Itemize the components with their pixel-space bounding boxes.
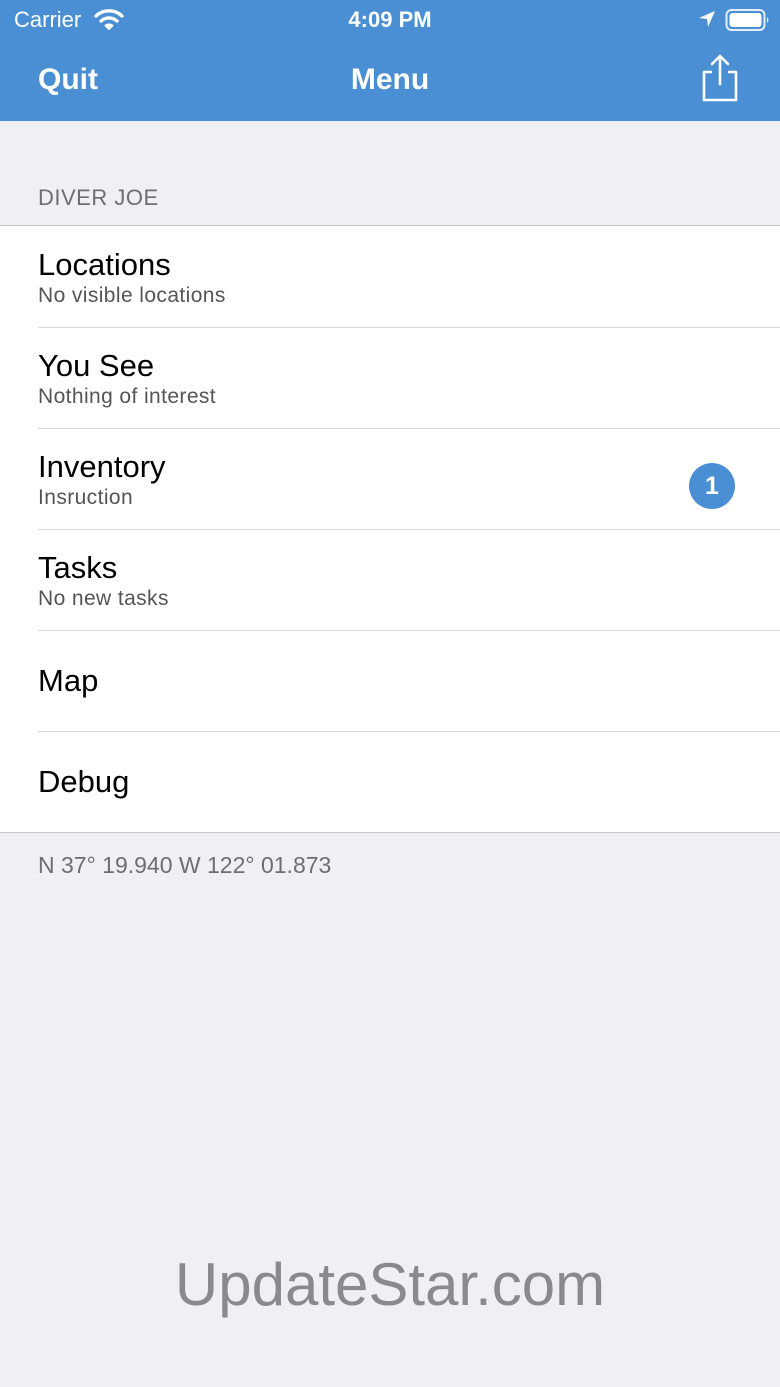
gps-coordinates: N 37° 19.940 W 122° 01.873 (38, 852, 332, 878)
page-title: Menu (350, 63, 430, 96)
menu-item-subtitle: No new tasks (38, 587, 169, 610)
watermark: UpdateStar.com (174, 1251, 606, 1318)
menu-item-title: Debug (38, 764, 130, 799)
menu-item-title: You See (38, 348, 155, 383)
menu-item-debug[interactable]: Debug (0, 731, 780, 832)
status-bar: Carrier 4:09 PM (0, 0, 780, 40)
navigation-bar: Quit Menu (0, 40, 780, 121)
menu-item-subtitle: No visible locations (38, 284, 226, 307)
menu-item-tasks[interactable]: Tasks No new tasks (0, 529, 780, 630)
status-time: 4:09 PM (348, 7, 432, 32)
section-header: DIVER JOE (38, 185, 159, 210)
battery-icon (725, 8, 771, 37)
menu-item-title: Tasks (38, 550, 118, 585)
menu-list: Locations No visible locations You See N… (0, 225, 780, 833)
menu-item-locations[interactable]: Locations No visible locations (0, 226, 780, 327)
menu-item-you-see[interactable]: You See Nothing of interest (0, 327, 780, 428)
menu-item-subtitle: Insruction (38, 486, 134, 509)
menu-item-title: Inventory (38, 449, 166, 484)
menu-item-map[interactable]: Map (0, 630, 780, 731)
menu-item-title: Locations (38, 247, 171, 282)
menu-item-subtitle: Nothing of interest (38, 385, 217, 408)
top-bar: Carrier 4:09 PM Quit Menu (0, 0, 780, 121)
inventory-count-badge: 1 (689, 463, 735, 509)
menu-item-title: Map (38, 663, 99, 698)
menu-item-inventory[interactable]: Inventory Insruction 1 (0, 428, 780, 529)
share-icon[interactable] (700, 54, 740, 109)
location-arrow-icon (697, 9, 717, 34)
